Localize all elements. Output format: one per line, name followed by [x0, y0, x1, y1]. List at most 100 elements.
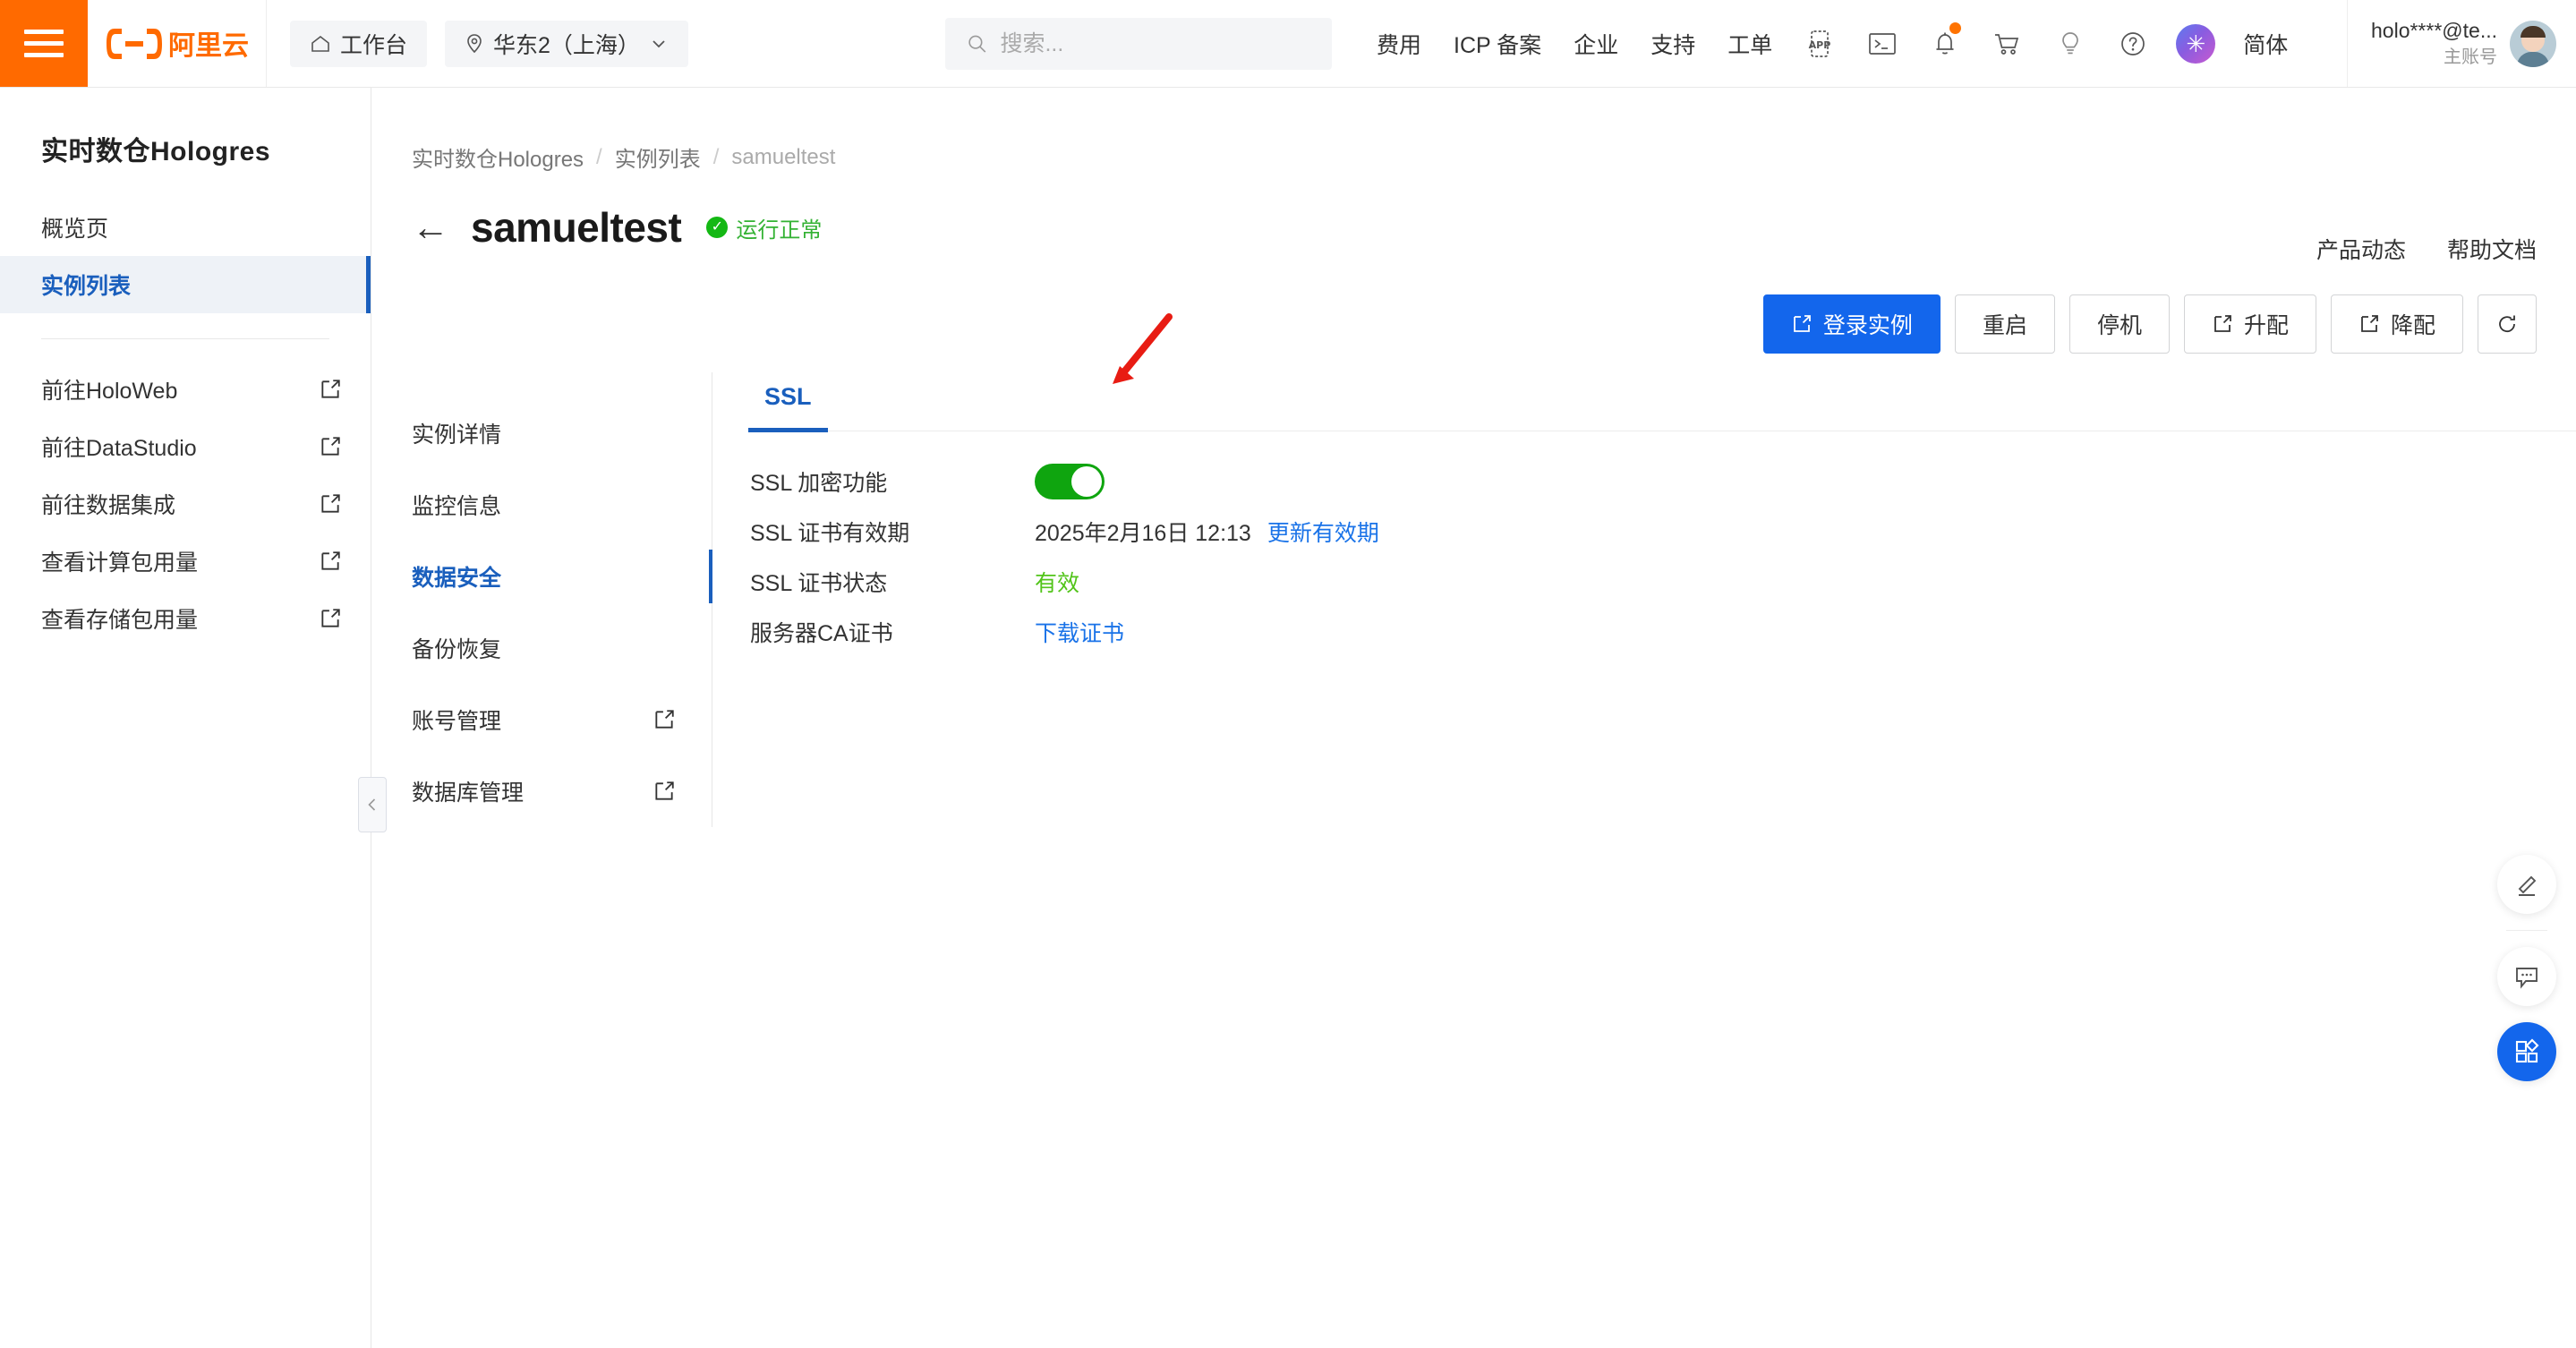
- field-row-ssl-status: SSL 证书状态 有效: [748, 557, 2576, 607]
- sidebar-item-datastudio[interactable]: 前往DataStudio: [0, 418, 371, 475]
- field-label: 服务器CA证书: [750, 621, 893, 646]
- renew-validity-link[interactable]: 更新有效期: [1267, 516, 1379, 548]
- subnav-item-data-security[interactable]: 数据安全: [372, 541, 712, 612]
- field-value: 有效: [1035, 566, 1079, 598]
- back-button[interactable]: ←: [412, 209, 449, 246]
- subnav-label: 备份恢复: [412, 637, 502, 662]
- sidebar-item-data-integration[interactable]: 前往数据集成: [0, 475, 371, 533]
- svg-text:阿里云: 阿里云: [168, 30, 249, 62]
- bulb-icon[interactable]: [2045, 17, 2095, 71]
- fab-divider: [2506, 930, 2547, 931]
- global-search-box[interactable]: [945, 18, 1332, 70]
- ssl-status-value: 有效: [1035, 571, 1080, 596]
- breadcrumb-separator: /: [712, 144, 720, 169]
- tab-ssl[interactable]: SSL: [748, 372, 828, 432]
- status-badge: ✓ 运行正常: [706, 212, 822, 243]
- hamburger-menu-icon[interactable]: [0, 0, 88, 87]
- subnav-item-instance-details[interactable]: 实例详情: [372, 397, 712, 469]
- button-label: 重启: [1982, 313, 2027, 338]
- instance-detail-layout: 实例详情 监控信息 数据安全 备份恢复 账号管理 数据库管理 SSL SSL 加…: [358, 372, 2576, 1348]
- sidebar-product-title: 实时数仓Hologres: [41, 137, 271, 166]
- external-link-icon: [655, 781, 674, 800]
- user-account-menu[interactable]: holo****@te... 主账号: [2347, 0, 2576, 87]
- stop-button[interactable]: 停机: [2068, 294, 2170, 354]
- bell-icon[interactable]: [1920, 17, 1970, 71]
- subnav-item-account-management[interactable]: 账号管理: [372, 684, 712, 755]
- instance-sub-nav: 实例详情 监控信息 数据安全 备份恢复 账号管理 数据库管理: [358, 372, 712, 832]
- external-link-icon: [321, 551, 340, 570]
- breadcrumb-separator: /: [596, 144, 602, 169]
- ssl-toggle[interactable]: [1035, 464, 1105, 499]
- button-label: 登录实例: [1822, 313, 1913, 338]
- terminal-icon[interactable]: [1857, 17, 1907, 71]
- link-product-updates[interactable]: 产品动态: [2316, 233, 2406, 265]
- subnav-item-database-management[interactable]: 数据库管理: [372, 755, 712, 827]
- field-row-ca-certificate: 服务器CA证书 下载证书: [748, 607, 2576, 657]
- field-value: 下载证书: [1035, 616, 1124, 648]
- page-title-row: ← samueltest ✓ 运行正常: [372, 173, 2576, 252]
- sidebar-item-label: 前往数据集成: [41, 493, 176, 518]
- feedback-pencil-button[interactable]: [2497, 855, 2556, 914]
- sidebar-item-label: 前往DataStudio: [41, 436, 197, 461]
- external-link-icon: [321, 609, 340, 627]
- sidebar-item-label: 查看计算包用量: [41, 550, 199, 576]
- apps-grid-button[interactable]: [2497, 1022, 2556, 1081]
- field-row-ssl-toggle: SSL 加密功能: [748, 456, 2576, 507]
- instance-action-bar: 登录实例 重启 停机 升配 降配: [1762, 294, 2537, 354]
- ssl-expiry-value: 2025年2月16日 12:13: [1035, 521, 1251, 546]
- breadcrumb-item-instance-list[interactable]: 实例列表: [615, 141, 701, 173]
- subnav-item-backup-restore[interactable]: 备份恢复: [372, 612, 712, 684]
- cart-icon[interactable]: [1983, 17, 2033, 71]
- subnav-label: 数据安全: [412, 566, 502, 591]
- sidebar-item-instance-list[interactable]: 实例列表: [0, 256, 371, 313]
- downgrade-button[interactable]: 降配: [2330, 294, 2463, 354]
- search-icon: [968, 35, 986, 53]
- breadcrumb: 实时数仓Hologres / 实例列表 / samueltest: [372, 88, 2576, 173]
- external-link-icon: [321, 494, 340, 513]
- field-label: SSL 加密功能: [750, 471, 888, 496]
- link-help-docs[interactable]: 帮助文档: [2447, 233, 2537, 265]
- nav-link-fees[interactable]: 费用: [1361, 28, 1437, 60]
- chat-support-button[interactable]: [2497, 947, 2556, 1006]
- sidebar-collapse-toggle[interactable]: [358, 777, 387, 832]
- nav-link-support[interactable]: 支持: [1634, 28, 1711, 60]
- ai-assistant-button[interactable]: ✳: [2171, 17, 2221, 71]
- sidebar-item-overview[interactable]: 概览页: [0, 199, 371, 256]
- sidebar-item-storage-usage[interactable]: 查看存储包用量: [0, 590, 371, 647]
- help-circle-icon[interactable]: [2108, 17, 2158, 71]
- field-value: 2025年2月16日 12:13 更新有效期: [1035, 516, 1379, 548]
- workbench-button[interactable]: 工作台: [290, 20, 428, 67]
- apps-grid-icon: [2515, 1038, 2539, 1063]
- sidebar-item-compute-usage[interactable]: 查看计算包用量: [0, 533, 371, 590]
- header-utility-links: 产品动态 帮助文档: [2316, 233, 2537, 265]
- download-certificate-link[interactable]: 下载证书: [1035, 616, 1124, 648]
- notification-badge: [1949, 21, 1962, 34]
- region-selector[interactable]: 华东2（上海）: [445, 20, 688, 67]
- field-value: [1035, 464, 1105, 499]
- breadcrumb-item-product[interactable]: 实时数仓Hologres: [412, 141, 584, 173]
- main-content-area: 实时数仓Hologres / 实例列表 / samueltest 产品动态 帮助…: [358, 88, 2576, 1348]
- breadcrumb-item-current: samueltest: [731, 144, 836, 169]
- refresh-button[interactable]: [2478, 294, 2537, 354]
- restart-button[interactable]: 重启: [1954, 294, 2055, 354]
- external-link-icon: [321, 437, 340, 456]
- subnav-label: 监控信息: [412, 494, 502, 519]
- nav-link-tickets[interactable]: 工单: [1711, 28, 1788, 60]
- login-instance-button[interactable]: 登录实例: [1762, 294, 1941, 354]
- chevron-down-icon: [653, 39, 665, 47]
- sidebar-item-label: 前往HoloWeb: [41, 379, 178, 404]
- app-icon[interactable]: APP: [1795, 17, 1845, 71]
- field-label: SSL 证书有效期: [750, 521, 910, 546]
- button-label: 停机: [2096, 313, 2142, 338]
- nav-link-enterprise[interactable]: 企业: [1557, 28, 1634, 60]
- nav-link-icp[interactable]: ICP 备案: [1437, 28, 1557, 60]
- external-link-icon: [655, 710, 674, 729]
- sidebar-item-label: 查看存储包用量: [41, 608, 199, 633]
- subnav-item-monitoring[interactable]: 监控信息: [372, 469, 712, 541]
- search-input[interactable]: [1000, 30, 1310, 57]
- floating-action-stack: [2497, 855, 2556, 1097]
- alibaba-cloud-logo[interactable]: 阿里云: [88, 0, 267, 87]
- language-selector[interactable]: 简体: [2227, 28, 2304, 60]
- upgrade-button[interactable]: 升配: [2183, 294, 2316, 354]
- sidebar-item-holoweb[interactable]: 前往HoloWeb: [0, 361, 371, 418]
